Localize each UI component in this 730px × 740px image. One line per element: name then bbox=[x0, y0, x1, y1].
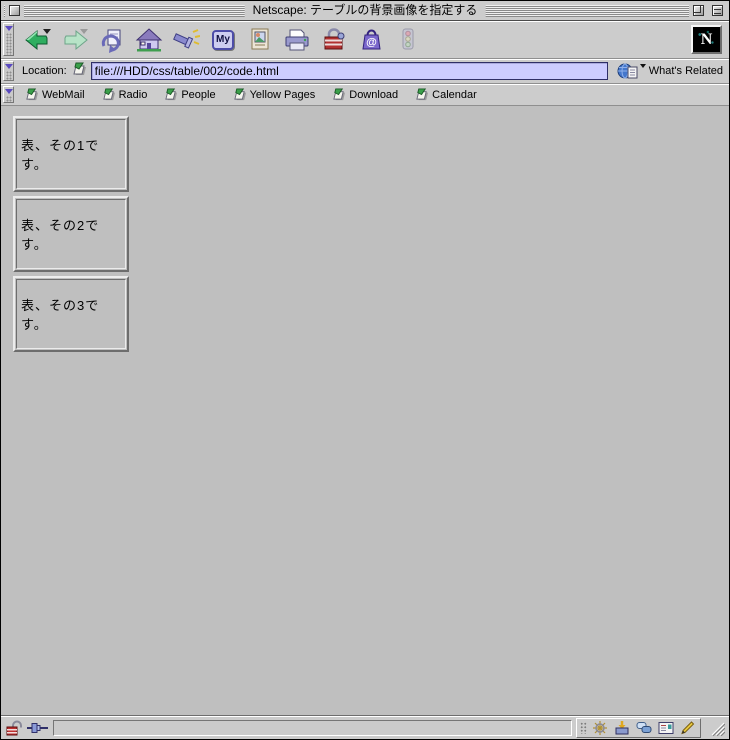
security-icon bbox=[324, 27, 345, 49]
table-1-cell: 表、その1です。 bbox=[16, 119, 126, 189]
location-toolbar-collapse-tab[interactable] bbox=[3, 61, 14, 81]
personal-item-label: Download bbox=[349, 88, 399, 101]
mailbox-button[interactable] bbox=[612, 720, 631, 736]
personal-item-radio[interactable]: Radio bbox=[102, 88, 148, 101]
table-2-cell: 表、その2です。 bbox=[16, 199, 126, 269]
bookmark-icon bbox=[333, 88, 346, 101]
bookmark-icon bbox=[416, 88, 429, 101]
status-bar bbox=[1, 715, 729, 739]
stop-icon bbox=[402, 28, 414, 49]
netscape-logo[interactable]: N bbox=[691, 25, 722, 54]
print-icon bbox=[285, 29, 309, 50]
personal-item-label: Calendar bbox=[432, 88, 477, 101]
collapse-arrow-icon bbox=[4, 89, 13, 94]
back-button[interactable] bbox=[24, 25, 52, 55]
stop-button[interactable] bbox=[394, 25, 422, 55]
home-icon bbox=[135, 27, 163, 51]
location-label: Location: bbox=[22, 65, 67, 77]
personal-item-label: People bbox=[181, 88, 216, 101]
personal-item-people[interactable]: People bbox=[164, 88, 216, 101]
navigator-wheel-icon bbox=[592, 720, 607, 735]
personal-toolbar-collapse-tab[interactable] bbox=[3, 86, 14, 103]
component-bar bbox=[576, 717, 701, 738]
security-button[interactable] bbox=[320, 25, 348, 55]
personal-item-label: WebMail bbox=[42, 88, 85, 101]
netscape-logo-letter: N bbox=[700, 30, 713, 48]
command-toolbar-collapse-tab[interactable] bbox=[3, 23, 14, 56]
personal-item-yellow-pages[interactable]: Yellow Pages bbox=[233, 88, 316, 101]
table-3: 表、その3です。 bbox=[13, 276, 129, 352]
whats-related-label: What's Related bbox=[648, 65, 723, 77]
security-unlocked-icon[interactable] bbox=[5, 720, 23, 736]
title-bar[interactable]: Netscape: テーブルの背景画像を指定する bbox=[1, 1, 729, 21]
table-3-cell: 表、その3です。 bbox=[16, 279, 126, 349]
print-button[interactable] bbox=[283, 25, 311, 55]
table-1: 表、その1です。 bbox=[13, 116, 129, 192]
mailbox-icon bbox=[615, 720, 628, 734]
chat-bubbles-icon bbox=[636, 721, 651, 733]
shop-icon: @ bbox=[362, 29, 381, 49]
composer-pen-icon bbox=[680, 720, 694, 734]
images-button[interactable] bbox=[246, 25, 274, 55]
bookmark-icon bbox=[165, 88, 178, 101]
zoom-box-icon[interactable] bbox=[693, 5, 704, 16]
shop-glyph: @ bbox=[366, 36, 377, 48]
collapse-arrow-icon bbox=[4, 26, 13, 31]
search-button[interactable] bbox=[172, 25, 200, 55]
table-2: 表、その2です。 bbox=[13, 196, 129, 272]
whats-related-dropdown-icon bbox=[639, 64, 646, 68]
collapse-arrow-icon bbox=[4, 64, 13, 69]
my-netscape-button[interactable]: My bbox=[209, 25, 237, 55]
address-book-icon bbox=[658, 721, 673, 734]
my-netscape-icon-label: My bbox=[216, 34, 230, 45]
toolbar-grip bbox=[5, 71, 12, 80]
location-input[interactable] bbox=[90, 62, 608, 80]
search-icon bbox=[173, 28, 200, 49]
forward-button[interactable] bbox=[61, 25, 89, 55]
address-book-button[interactable] bbox=[656, 720, 675, 736]
back-icon bbox=[25, 28, 51, 50]
toolbar-grip bbox=[5, 96, 12, 102]
close-box-icon[interactable] bbox=[9, 5, 20, 16]
netscape-window: Netscape: テーブルの背景画像を指定する My @ N Location… bbox=[0, 0, 730, 740]
personal-item-calendar[interactable]: Calendar bbox=[415, 88, 477, 101]
component-bar-grip[interactable] bbox=[580, 721, 587, 734]
personal-toolbar: WebMail Radio People Yellow Pages Downlo… bbox=[1, 84, 729, 106]
reload-icon bbox=[101, 29, 121, 53]
personal-item-webmail[interactable]: WebMail bbox=[25, 88, 85, 101]
personal-item-label: Yellow Pages bbox=[249, 88, 316, 101]
home-button[interactable] bbox=[135, 25, 163, 55]
composer-button[interactable] bbox=[678, 720, 697, 736]
my-netscape-icon: My bbox=[212, 29, 234, 50]
bookmark-icon bbox=[233, 88, 246, 101]
reload-button[interactable] bbox=[98, 25, 126, 55]
resize-grip-icon bbox=[711, 722, 725, 736]
command-toolbar: My @ N bbox=[1, 21, 729, 59]
whats-related-button[interactable]: What's Related bbox=[617, 62, 723, 80]
instant-messenger-button[interactable] bbox=[634, 720, 653, 736]
page-content: 表、その1です。 表、その2です。 表、その3です。 bbox=[1, 106, 729, 715]
toolbar-grip bbox=[5, 33, 12, 55]
bookmark-icon bbox=[26, 88, 39, 101]
window-title: Netscape: テーブルの背景画像を指定する bbox=[244, 1, 486, 20]
images-icon bbox=[251, 28, 269, 49]
location-toolbar: Location: What's Related bbox=[1, 59, 729, 84]
navigator-button[interactable] bbox=[590, 720, 609, 736]
resize-grip[interactable] bbox=[707, 718, 727, 738]
bookmark-icon bbox=[102, 88, 115, 101]
shop-button[interactable]: @ bbox=[357, 25, 385, 55]
personal-item-download[interactable]: Download bbox=[332, 88, 398, 101]
whats-related-icon bbox=[617, 63, 638, 79]
online-plug-icon bbox=[27, 722, 48, 733]
collapse-box-icon[interactable] bbox=[712, 5, 723, 16]
personal-item-label: Radio bbox=[118, 88, 148, 101]
bookmark-proxy-icon[interactable] bbox=[72, 62, 87, 81]
status-message bbox=[53, 719, 572, 736]
forward-icon bbox=[64, 28, 88, 50]
